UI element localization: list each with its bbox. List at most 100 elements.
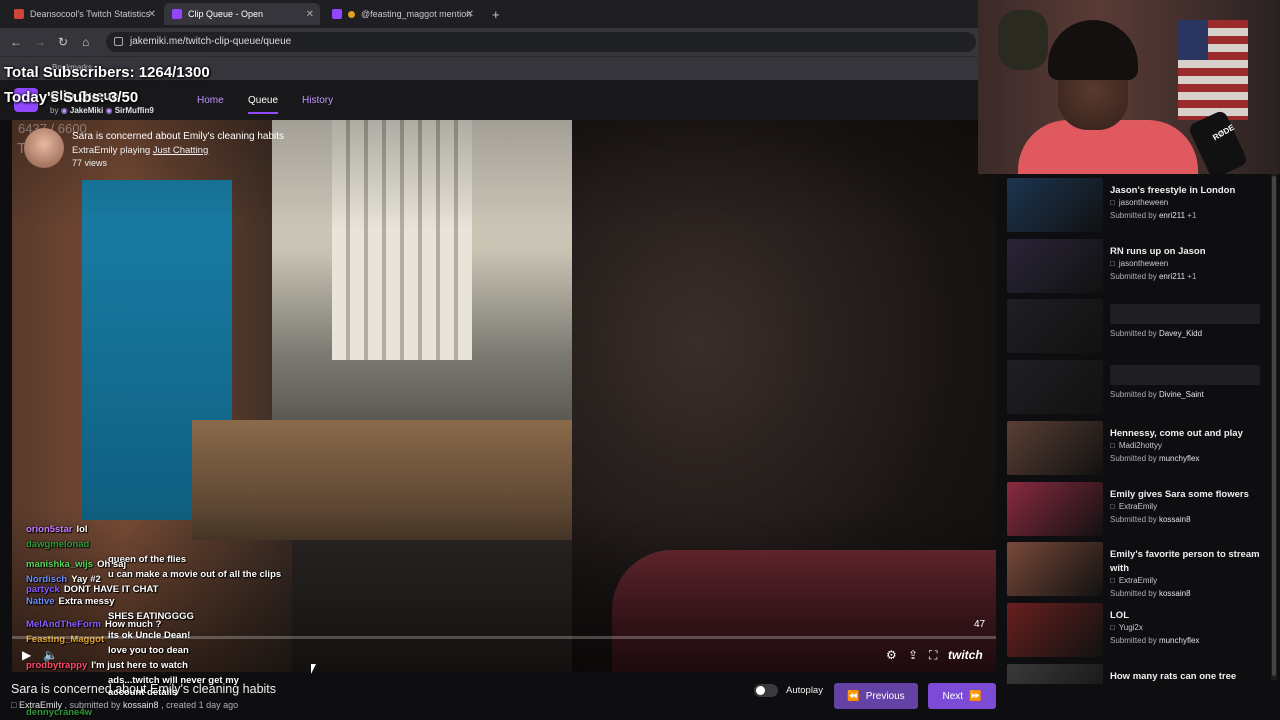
queue-item[interactable]: LOLYugi2x Submitted by munchyflex: [1007, 602, 1267, 659]
mouse-cursor-icon: [311, 664, 316, 674]
forward-arrow-icon[interactable]: →: [34, 35, 46, 49]
chat-message: u can make a movie out of all the clips: [108, 569, 281, 580]
chat-username[interactable]: MelAndTheForm: [26, 619, 101, 630]
volume-icon[interactable]: 🔈: [43, 648, 58, 662]
chat-username[interactable]: manishka_wijs: [26, 559, 93, 570]
nav-history[interactable]: History: [302, 95, 333, 106]
clip-thumbnail[interactable]: [1007, 238, 1103, 293]
play-icon[interactable]: ▶: [22, 648, 31, 662]
browser-tab-clip-queue[interactable]: Clip Queue - Open ✕: [164, 3, 320, 25]
submitter-name[interactable]: Davey_Kidd: [1159, 329, 1202, 338]
submitter-name[interactable]: enri211: [1159, 272, 1185, 281]
queue-item-channel[interactable]: jasontheween: [1110, 259, 1168, 268]
chat-message: MelAndTheForm How much ?: [26, 619, 161, 630]
queue-item-title[interactable]: Hennessy, come out and play: [1110, 427, 1266, 441]
queue-item-title[interactable]: How many rats can one tree: [1110, 670, 1266, 684]
queue-item-title[interactable]: LOL: [1110, 609, 1266, 623]
rewind-icon: ⏪: [847, 690, 860, 702]
chat-text: DONT HAVE IT CHAT: [63, 584, 159, 595]
chat-text: u can make a movie out of all the clips: [108, 569, 282, 580]
chat-message: love you too dean: [108, 645, 189, 656]
clip-counter: 47: [974, 619, 986, 630]
queue-item-title[interactable]: Jason's freestyle in London: [1110, 184, 1266, 198]
clip-thumbnail[interactable]: [1007, 178, 1103, 232]
chat-username[interactable]: partyck: [26, 584, 60, 595]
queue-item-channel[interactable]: ExtraEmily: [1110, 502, 1157, 511]
queue-item[interactable]: How many rats can one tree: [1007, 663, 1267, 684]
share-icon[interactable]: ⇪: [908, 648, 918, 662]
url-input[interactable]: jakemiki.me/twitch-clip-queue/queue: [106, 32, 976, 52]
twitch-logo[interactable]: twitch: [948, 648, 983, 662]
submitter-name[interactable]: Divine_Saint: [1159, 390, 1204, 399]
clip-thumbnail[interactable]: [1007, 481, 1103, 536]
chat-username[interactable]: orion5star: [26, 524, 72, 535]
queue-scrollbar[interactable]: [1271, 174, 1277, 680]
autoplay-toggle[interactable]: [754, 684, 778, 697]
reload-icon[interactable]: ↻: [58, 35, 68, 49]
submitted-by-label: submitted by: [69, 700, 121, 710]
clip-thumbnail[interactable]: [1007, 602, 1103, 657]
submitter-name[interactable]: kossain8: [1159, 515, 1191, 524]
queue-item-channel[interactable]: Yugi2x: [1110, 623, 1143, 632]
submitter-name[interactable]: munchyflex: [1159, 454, 1199, 463]
address-bar-row: ← → ↻ ⌂ jakemiki.me/twitch-clip-queue/qu…: [0, 28, 980, 56]
close-tab-icon[interactable]: ✕: [306, 9, 314, 20]
queue-item[interactable]: Emily gives Sara some flowersExtraEmily S…: [1007, 481, 1267, 538]
site-info-icon[interactable]: [114, 37, 123, 46]
nav-home[interactable]: Home: [197, 95, 224, 106]
clip-thumbnail[interactable]: [1007, 663, 1103, 684]
progress-bar[interactable]: [12, 636, 996, 639]
new-tab-button[interactable]: +: [484, 3, 504, 25]
queue-item[interactable]: RN runs up on Jasonjasontheween Submitted…: [1007, 238, 1267, 295]
queue-item[interactable]: Submitted by Davey_Kidd: [1007, 299, 1267, 355]
close-tab-icon[interactable]: ✕: [148, 9, 156, 20]
app-credits: by ◉ JakeMiki ◉ SirMuffin9: [50, 106, 154, 115]
author-sirmuffin9[interactable]: SirMuffin9: [115, 106, 154, 115]
queue-item-channel[interactable]: ExtraEmily: [1110, 576, 1157, 585]
queue-item[interactable]: Submitted by Divine_Saint: [1007, 360, 1267, 416]
chat-text: lol: [76, 524, 88, 535]
submitter-name[interactable]: munchyflex: [1159, 636, 1199, 645]
submitter-name[interactable]: kossain8: [1159, 589, 1191, 598]
clip-thumbnail[interactable]: [1007, 420, 1103, 475]
queue-item-title[interactable]: Emily gives Sara some flowers: [1110, 488, 1266, 502]
video-player[interactable]: [12, 120, 996, 672]
browser-tab-mention[interactable]: @feasting_maggot mention ✕: [324, 3, 480, 25]
author-jakemiki[interactable]: JakeMiki: [70, 106, 103, 115]
queue-item-title[interactable]: RN runs up on Jason: [1110, 245, 1266, 259]
broadcaster-avatar[interactable]: [24, 128, 64, 168]
submitted-by-label: Submitted by: [1110, 514, 1157, 524]
back-arrow-icon[interactable]: ←: [10, 35, 22, 49]
home-icon[interactable]: ⌂: [82, 35, 89, 49]
queue-item[interactable]: Hennessy, come out and playMadi2hottyy Su…: [1007, 420, 1267, 477]
chat-username[interactable]: dawgmelonad: [26, 539, 89, 550]
fullscreen-icon[interactable]: ⛶: [929, 648, 937, 663]
settings-gear-icon[interactable]: ⚙: [886, 648, 897, 662]
chat-message: dawgmelonad: [26, 539, 93, 550]
submitter-name[interactable]: enri211: [1159, 211, 1185, 220]
queue-item[interactable]: Jason's freestyle in Londonjasontheween S…: [1007, 178, 1267, 234]
previous-button[interactable]: ⏪ Previous: [834, 683, 918, 709]
queue-item-title[interactable]: Emily's favorite person to stream with: [1110, 548, 1266, 576]
clip-thumbnail[interactable]: [1007, 542, 1103, 597]
clip-overlay-title[interactable]: Sara is concerned about Emily's cleaning…: [72, 131, 284, 142]
chat-username[interactable]: Native: [26, 596, 55, 607]
broadcaster-link[interactable]: ExtraEmily: [72, 145, 117, 156]
clip-queue-favicon-icon: [172, 9, 182, 19]
total-subscribers-overlay: Total Subscribers: 1264/1300: [4, 64, 210, 81]
clip-thumbnail[interactable]: [1007, 360, 1103, 415]
browser-tab-statistics[interactable]: Deansocool's Twitch Statistics ✕: [6, 3, 162, 25]
game-link[interactable]: Just Chatting: [153, 145, 208, 156]
clip-thumbnail[interactable]: [1007, 299, 1103, 354]
submitter-name[interactable]: kossain8: [123, 700, 159, 710]
queue-item-channel[interactable]: jasontheween: [1110, 198, 1168, 207]
queue-item-channel[interactable]: Madi2hottyy: [1110, 441, 1162, 450]
browser-tab-bar: Deansocool's Twitch Statistics ✕ Clip Qu…: [0, 0, 980, 28]
broadcaster-name[interactable]: ExtraEmily: [19, 700, 62, 710]
queue-item[interactable]: Emily's favorite person to stream withEx…: [1007, 542, 1267, 598]
webcam-feed: RØDE: [978, 0, 1280, 174]
next-button[interactable]: Next ⏩: [928, 683, 996, 709]
app-header: Clip Queue by ◉ JakeMiki ◉ SirMuffin9 Ho…: [0, 80, 980, 120]
close-tab-icon[interactable]: ✕: [466, 9, 474, 20]
nav-queue[interactable]: Queue: [248, 95, 279, 114]
